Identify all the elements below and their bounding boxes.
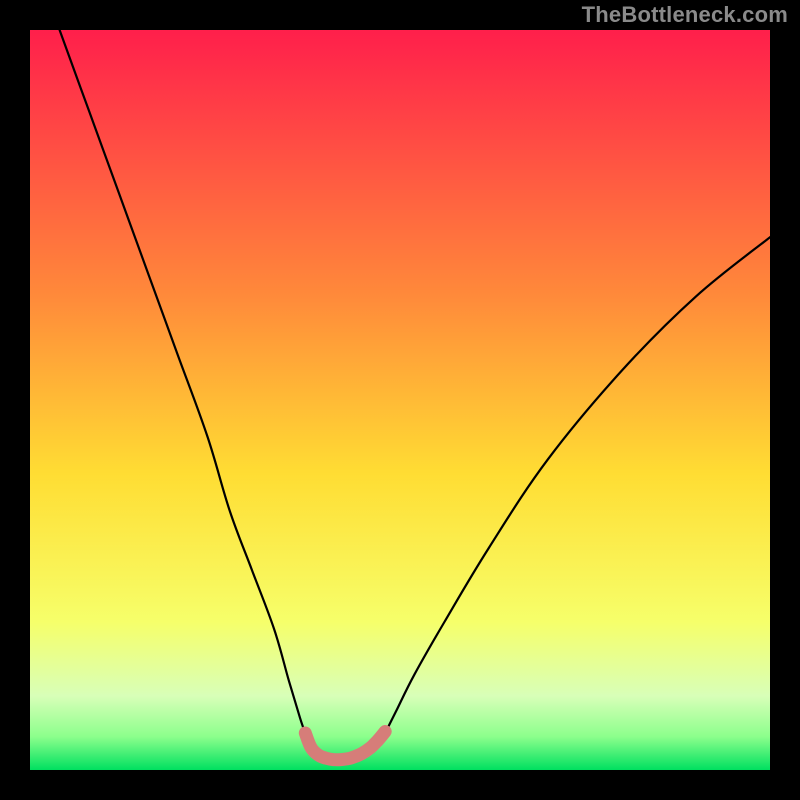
bottleneck-plot [30, 30, 770, 770]
gradient-rect [30, 30, 770, 770]
chart-container: { "watermark": "TheBottleneck.com", "col… [0, 0, 800, 800]
watermark-text: TheBottleneck.com [582, 2, 788, 28]
